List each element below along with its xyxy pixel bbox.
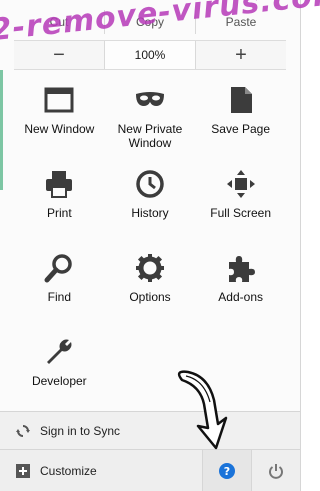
wrench-icon <box>47 339 72 364</box>
zoom-in-button[interactable]: + <box>196 41 286 69</box>
menu-item-label: History <box>131 206 169 220</box>
find-button[interactable]: Find <box>14 248 105 332</box>
window-icon <box>44 87 74 113</box>
menu-item-label: Add-ons <box>218 290 263 304</box>
save-page-button[interactable]: Save Page <box>195 80 286 164</box>
menu-item-label: Save Page <box>211 122 271 136</box>
plus-box-icon <box>16 463 30 478</box>
developer-button[interactable]: Developer <box>14 332 105 416</box>
print-button[interactable]: Print <box>14 164 105 248</box>
power-icon <box>269 463 283 479</box>
copy-button[interactable]: Copy <box>105 10 196 34</box>
edit-controls: Cut Copy Paste <box>14 10 286 34</box>
mask-icon <box>135 92 164 106</box>
page-icon <box>230 87 252 113</box>
quit-button[interactable] <box>251 450 300 491</box>
sign-in-to-sync-button[interactable]: Sign in to Sync <box>0 411 300 449</box>
menu-footer: Customize ? <box>0 449 300 491</box>
help-icon: ? <box>219 462 235 479</box>
menu-item-label: Developer <box>31 374 87 388</box>
zoom-out-button[interactable]: − <box>14 41 104 69</box>
new-private-window-button[interactable]: New Private Window <box>105 80 196 164</box>
sync-icon <box>16 424 30 437</box>
menu-item-label: New Window <box>24 122 95 136</box>
options-button[interactable]: Options <box>105 248 196 332</box>
clock-icon <box>136 170 164 198</box>
menu-item-label: New Private Window <box>117 122 183 150</box>
printer-icon <box>46 171 73 198</box>
menu-item-label: Print <box>46 206 72 220</box>
zoom-controls: − 100% + <box>14 40 286 70</box>
gear-icon <box>135 254 164 282</box>
firefox-menu-panel: Cut Copy Paste − 100% + New Window New P… <box>0 0 301 491</box>
add-ons-button[interactable]: Add-ons <box>195 248 286 332</box>
annotation-arrow <box>177 370 228 450</box>
new-window-button[interactable]: New Window <box>14 80 105 164</box>
history-button[interactable]: History <box>105 164 196 248</box>
paste-button[interactable]: Paste <box>196 10 286 34</box>
customize-label: Customize <box>40 463 97 478</box>
puzzle-icon <box>228 256 255 282</box>
sync-label: Sign in to Sync <box>40 423 121 438</box>
zoom-reset-button[interactable]: 100% <box>104 41 196 69</box>
svg-text:?: ? <box>224 465 230 478</box>
full-screen-button[interactable]: Full Screen <box>195 164 286 248</box>
menu-item-label: Options <box>129 290 171 304</box>
background-page-strip <box>0 70 3 190</box>
menu-item-label: Find <box>47 290 71 304</box>
cut-button[interactable]: Cut <box>14 10 105 34</box>
fullscreen-icon <box>226 170 255 198</box>
magnifier-icon <box>44 254 73 283</box>
menu-item-label: Full Screen <box>210 206 271 220</box>
